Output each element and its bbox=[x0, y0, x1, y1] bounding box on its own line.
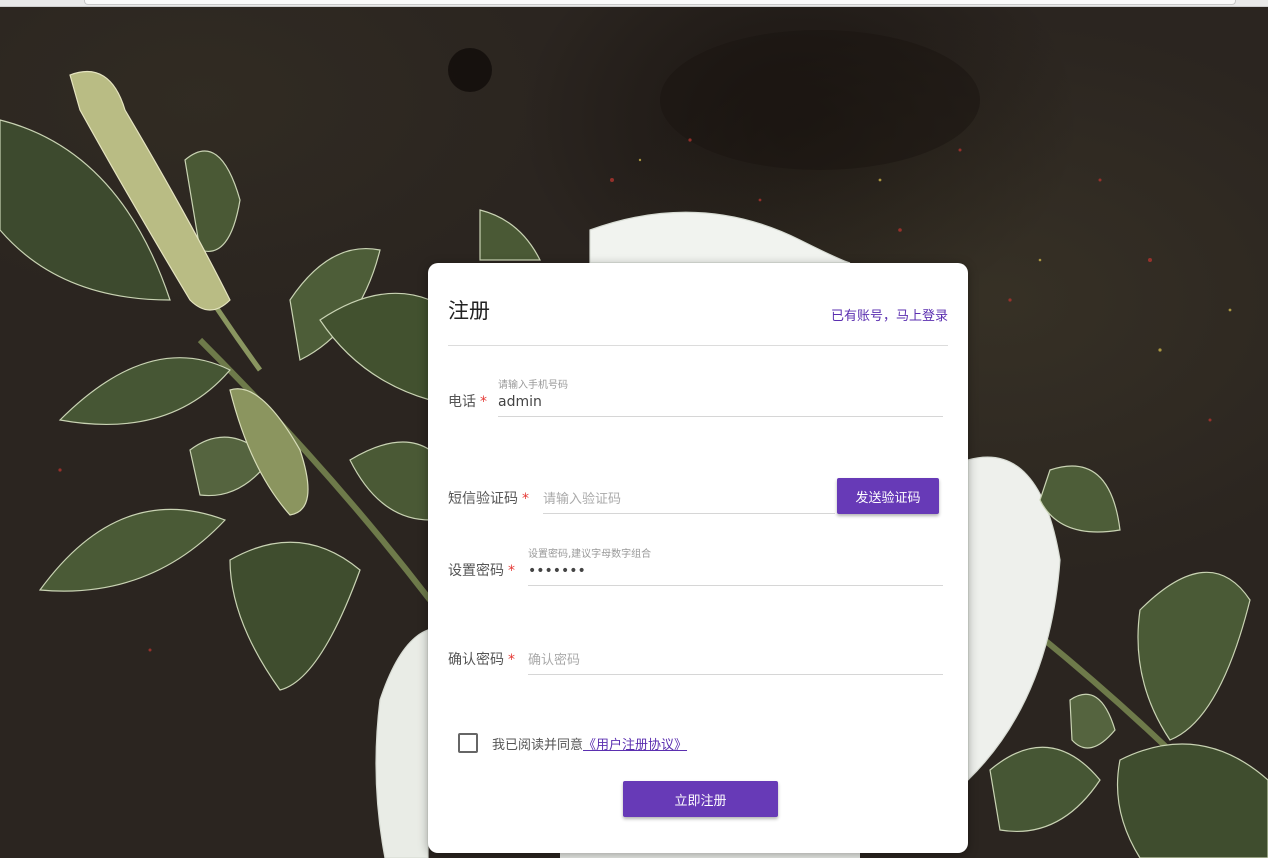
agreement-row: 我已阅读并同意 《用户注册协议》 bbox=[458, 732, 687, 754]
address-bar[interactable] bbox=[84, 0, 1236, 5]
confirm-password-placeholder: 确认密码 bbox=[528, 653, 581, 668]
login-link[interactable]: 已有账号，马上登录 bbox=[831, 305, 948, 324]
register-button[interactable]: 立即注册 bbox=[623, 781, 778, 817]
confirm-password-input[interactable]: 确认密码 bbox=[528, 634, 943, 675]
confirm-password-label: 确认密码 * bbox=[448, 652, 515, 668]
sms-code-placeholder: 请输入验证码 bbox=[543, 492, 622, 507]
required-mark: * bbox=[522, 491, 529, 507]
sms-code-row: 短信验证码 * 请输入验证码 bbox=[448, 470, 838, 514]
password-input[interactable]: 设置密码,建议字母数字组合 ••••••• bbox=[528, 545, 943, 586]
required-mark: * bbox=[508, 563, 515, 579]
divider bbox=[448, 345, 948, 346]
browser-top-bar bbox=[0, 0, 1268, 7]
confirm-password-row: 确认密码 * 确认密码 bbox=[448, 631, 943, 675]
sms-code-label: 短信验证码 * bbox=[448, 491, 529, 507]
required-mark: * bbox=[508, 652, 515, 668]
password-hint: 设置密码,建议字母数字组合 bbox=[528, 549, 652, 560]
agreement-text: 我已阅读并同意 bbox=[492, 737, 584, 753]
agreement-checkbox[interactable] bbox=[458, 733, 478, 753]
password-label: 设置密码 * bbox=[448, 563, 515, 579]
password-value: ••••••• bbox=[528, 563, 586, 579]
phone-value: admin bbox=[498, 394, 542, 410]
sms-code-input[interactable]: 请输入验证码 bbox=[543, 473, 835, 514]
register-card: 注册 已有账号，马上登录 电话 * 请输入手机号码 admin 短信验证码 * 请输… bbox=[428, 263, 968, 853]
page-title: 注册 bbox=[448, 299, 490, 323]
password-row: 设置密码 * 设置密码,建议字母数字组合 ••••••• bbox=[448, 542, 943, 586]
agreement-link[interactable]: 《用户注册协议》 bbox=[583, 734, 687, 753]
send-code-button[interactable]: 发送验证码 bbox=[837, 478, 939, 514]
phone-hint: 请输入手机号码 bbox=[498, 380, 568, 391]
phone-label: 电话 * bbox=[448, 394, 487, 410]
required-mark: * bbox=[480, 394, 487, 410]
phone-input[interactable]: 请输入手机号码 admin bbox=[498, 376, 943, 417]
phone-row: 电话 * 请输入手机号码 admin bbox=[448, 373, 943, 417]
